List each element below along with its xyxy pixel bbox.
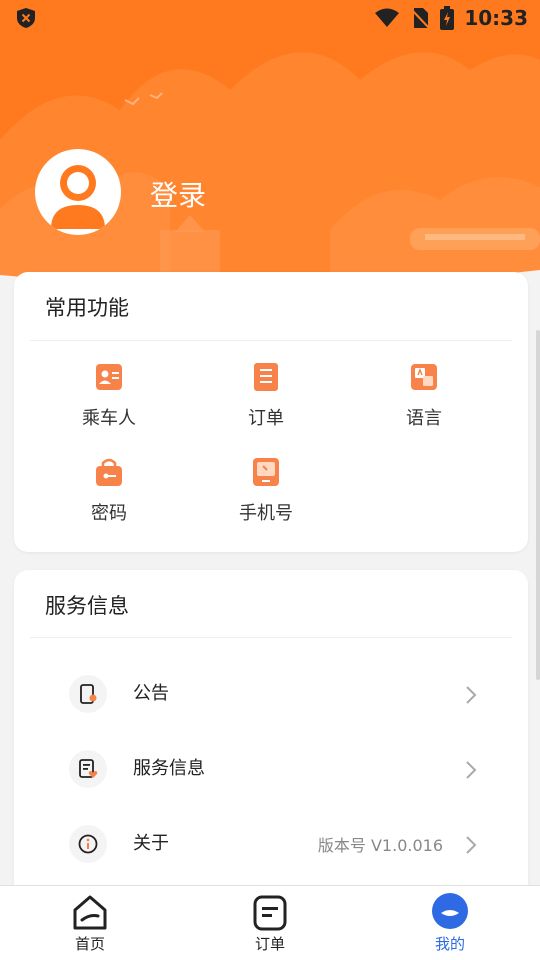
info-icon xyxy=(78,834,98,854)
no-sim-icon xyxy=(410,8,431,29)
passenger-icon xyxy=(96,364,122,390)
info-icon-bg xyxy=(69,825,107,863)
order-icon xyxy=(254,363,278,391)
language-icon xyxy=(411,364,437,390)
announcement-icon xyxy=(80,684,97,704)
service-info-card: 服务信息 公告 服务信息 关于 版本号 V1.0.016 xyxy=(14,570,528,910)
avatar[interactable] xyxy=(35,149,121,235)
service-row-label: 公告 xyxy=(133,683,169,704)
function-password[interactable]: 密码 xyxy=(39,457,179,547)
shield-alert-icon xyxy=(17,8,35,28)
service-info-icon xyxy=(79,759,98,778)
wifi-icon xyxy=(375,8,400,27)
service-row-announcement[interactable]: 公告 xyxy=(14,668,528,728)
tab-label: 首页 xyxy=(74,935,105,953)
bottom-tab-bar: 首页 订单 我的 xyxy=(0,885,540,960)
divider xyxy=(30,637,512,638)
login-link[interactable]: 登录 xyxy=(150,174,206,214)
function-label: 订单 xyxy=(248,408,284,429)
service-row-label: 服务信息 xyxy=(133,758,205,779)
phone-icon xyxy=(253,458,279,486)
function-language[interactable]: 语言 xyxy=(354,362,494,452)
announcement-icon-bg xyxy=(69,675,107,713)
profile-tab-glyph xyxy=(441,910,459,916)
service-info-title: 服务信息 xyxy=(45,594,129,618)
function-label: 语言 xyxy=(406,408,442,429)
tab-label: 订单 xyxy=(254,935,285,953)
version-number: 版本号 V1.0.016 xyxy=(317,836,443,855)
battery-charging-icon xyxy=(440,6,455,30)
chevron-right-icon xyxy=(466,836,477,854)
status-bar: 10:33 xyxy=(0,0,540,36)
tab-orders[interactable]: 订单 xyxy=(220,886,320,960)
common-functions-card: 常用功能 乘车人 订单 语言 密码 手机号 xyxy=(14,272,528,552)
service-row-service-info[interactable]: 服务信息 xyxy=(14,743,528,803)
chevron-right-icon xyxy=(466,686,477,704)
user-avatar-icon xyxy=(51,165,105,229)
service-row-label: 关于 xyxy=(133,833,169,854)
order-tab-icon xyxy=(253,895,287,931)
service-info-icon-bg xyxy=(69,750,107,788)
function-passenger[interactable]: 乘车人 xyxy=(39,362,179,452)
function-order[interactable]: 订单 xyxy=(196,362,336,452)
chevron-right-icon xyxy=(466,761,477,779)
scrollbar[interactable] xyxy=(536,330,540,680)
profile-tab-icon xyxy=(432,893,468,929)
status-time: 10:33 xyxy=(464,6,528,30)
tab-home[interactable]: 首页 xyxy=(40,886,140,960)
common-functions-title: 常用功能 xyxy=(45,296,129,320)
service-row-about[interactable]: 关于 版本号 V1.0.016 xyxy=(14,818,528,878)
tab-label: 我的 xyxy=(434,935,465,953)
divider xyxy=(30,340,512,341)
password-icon xyxy=(96,458,122,486)
function-label: 乘车人 xyxy=(82,408,136,429)
function-label: 手机号 xyxy=(239,503,293,524)
function-phone[interactable]: 手机号 xyxy=(196,457,336,547)
home-icon xyxy=(73,895,107,930)
tab-profile[interactable]: 我的 xyxy=(400,886,500,960)
function-label: 密码 xyxy=(91,503,127,524)
